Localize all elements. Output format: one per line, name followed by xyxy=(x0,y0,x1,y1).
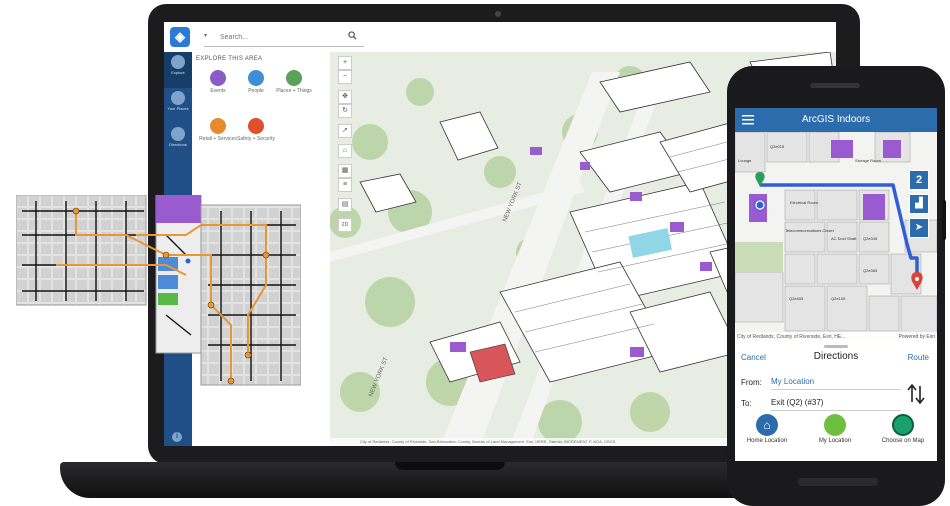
indoor-map-canvas: Q2e015 Storage Room Lounge Electrical Ro… xyxy=(735,132,937,342)
to-field[interactable]: Exit (Q2) (#37) xyxy=(771,396,901,411)
choose-on-map-button[interactable]: Choose on Map xyxy=(873,414,933,444)
room-label: Lounge xyxy=(738,158,752,163)
info-icon[interactable]: i xyxy=(172,432,182,442)
sidebar-item-explore[interactable]: Explore xyxy=(164,52,192,88)
explore-title: EXPLORE THIS AREA xyxy=(196,56,263,62)
action-label: Choose on Map xyxy=(881,438,925,444)
compass-icon xyxy=(171,55,185,69)
phone-speaker xyxy=(810,83,860,88)
from-field[interactable]: My Location xyxy=(771,375,901,390)
to-label: To: xyxy=(741,399,752,408)
from-label: From: xyxy=(741,378,762,387)
category-places-things[interactable]: Places + Things xyxy=(272,70,316,94)
floor-picker-icon[interactable]: ▤ xyxy=(338,198,352,212)
floor-level-button[interactable]: 2 xyxy=(909,170,929,190)
phone-header: ArcGIS Indoors xyxy=(735,108,937,132)
room-label: Q2e365 xyxy=(863,268,878,273)
room-label: Q2e015 xyxy=(770,144,785,149)
room-label: Q2e100 xyxy=(831,296,846,301)
sidebar-item-label: Your Places xyxy=(167,106,189,111)
search-dropdown-icon[interactable]: ▾ xyxy=(204,32,207,39)
action-label: Home Location xyxy=(746,438,788,444)
directions-icon xyxy=(171,127,185,141)
sidebar-item-directions[interactable]: Directions xyxy=(164,124,192,160)
chart-icon[interactable]: ▟ xyxy=(909,194,929,214)
action-label: My Location xyxy=(818,438,852,444)
tag-icon xyxy=(210,118,226,134)
floor-plan-overlay xyxy=(16,195,301,386)
home-icon: ⌂ xyxy=(756,414,778,436)
category-label: Safety + Security xyxy=(237,136,275,142)
attribution-text: City of Redlands, County of Riverside, E… xyxy=(737,334,846,340)
target-icon xyxy=(892,414,914,436)
person-icon xyxy=(248,70,264,86)
room-label: Telecommunications Closet xyxy=(785,228,835,233)
search-box[interactable]: ▾ xyxy=(204,30,364,47)
category-label: Places + Things xyxy=(276,88,312,94)
room-label: Storage Room xyxy=(855,158,881,163)
calendar-icon xyxy=(210,70,226,86)
swap-icon[interactable] xyxy=(905,380,927,408)
search-icon[interactable] xyxy=(348,31,357,40)
phone-map-attribution: City of Redlands, County of Riverside, E… xyxy=(735,332,937,342)
location-icon xyxy=(824,414,846,436)
app-title: ArcGIS Indoors xyxy=(801,114,871,125)
panel-drag-handle[interactable] xyxy=(824,345,848,348)
zoom-in-button[interactable]: + xyxy=(338,56,352,70)
app-header: ◈ ▾ xyxy=(164,22,836,53)
phone-home-bar xyxy=(798,478,878,486)
rotate-icon[interactable]: ↻ xyxy=(338,104,352,118)
indoor-map[interactable]: Q2e015 Storage Room Lounge Electrical Ro… xyxy=(735,132,937,342)
home-icon[interactable]: ⌂ xyxy=(338,144,352,158)
my-location-button[interactable]: My Location xyxy=(805,414,865,444)
compass-icon[interactable]: ➚ xyxy=(338,124,352,138)
pin-icon xyxy=(286,70,302,86)
layers-icon[interactable]: ≡ xyxy=(338,178,352,192)
route-button[interactable]: Route xyxy=(908,353,929,362)
room-label: Q2e345 xyxy=(863,236,878,241)
room-label: AC Duct Shaft xyxy=(831,236,857,241)
phone-screen: ArcGIS Indoors Q2e015 Storage Room Loung… xyxy=(735,108,937,461)
pan-icon[interactable]: ✥ xyxy=(338,90,352,104)
powered-by-text[interactable]: Powered by Esri xyxy=(899,332,935,342)
zoom-out-button[interactable]: − xyxy=(338,70,352,84)
sidebar-item-label: Explore xyxy=(171,70,185,75)
compass-icon[interactable]: ➤ xyxy=(909,218,929,238)
sidebar-item-label: Directions xyxy=(169,142,187,147)
search-input[interactable] xyxy=(220,31,330,43)
phone-side-button xyxy=(942,200,946,240)
basemap-icon[interactable]: ▦ xyxy=(338,164,352,178)
sidebar-item-your-places[interactable]: Your Places xyxy=(164,88,192,124)
shield-icon xyxy=(248,118,264,134)
places-icon xyxy=(171,91,185,105)
app-logo-icon[interactable]: ◈ xyxy=(170,27,190,47)
view-2d-button[interactable]: 2D xyxy=(338,218,352,232)
home-location-button[interactable]: ⌂ Home Location xyxy=(737,414,797,444)
laptop-notch xyxy=(395,462,505,470)
room-label: Q2e405 xyxy=(789,296,804,301)
laptop-camera xyxy=(495,11,501,17)
room-label: Electrical Room xyxy=(790,200,819,205)
category-safety-security[interactable]: Safety + Security xyxy=(234,118,278,142)
